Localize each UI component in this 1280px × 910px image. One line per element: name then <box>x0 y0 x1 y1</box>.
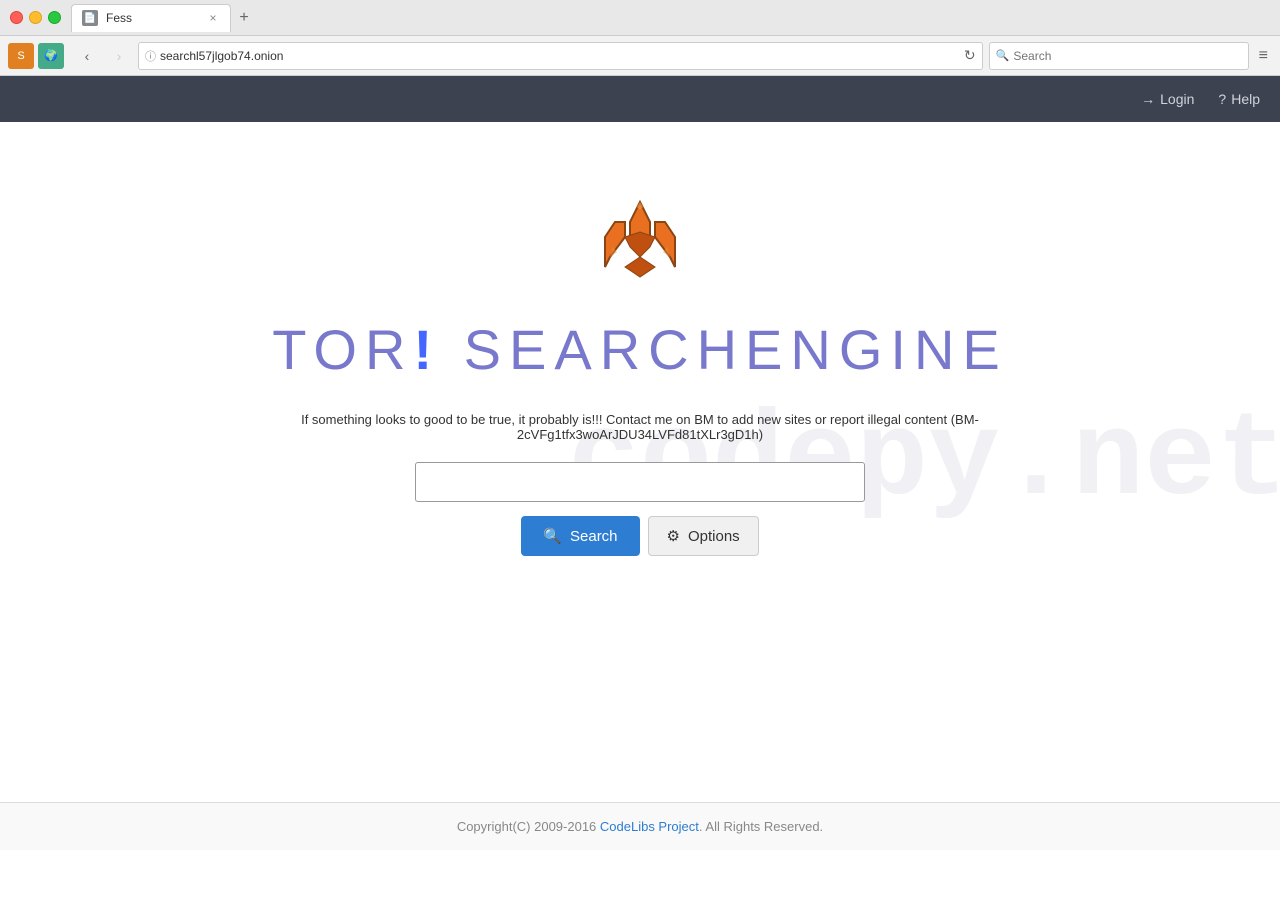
login-icon: → <box>1141 91 1155 107</box>
forward-button[interactable]: › <box>106 43 132 69</box>
tab-favicon: 📄 <box>82 10 98 26</box>
search-input[interactable] <box>415 462 865 502</box>
browser-search-input[interactable] <box>1013 49 1241 63</box>
browser-toolbar: S 🌍 ‹ › ⓘ ↻ 🔍 ≡ <box>0 36 1280 76</box>
title-exclamation: ! <box>413 318 440 381</box>
secure-icon: ⓘ <box>145 48 156 64</box>
back-button[interactable]: ‹ <box>74 43 100 69</box>
footer: Copyright(C) 2009-2016 CodeLibs Project.… <box>0 802 1280 850</box>
login-label: Login <box>1160 91 1194 107</box>
browser-tab[interactable]: 📄 Fess × <box>71 4 231 32</box>
reload-button[interactable]: ↻ <box>964 47 976 64</box>
search-button[interactable]: 🔍 Search <box>521 516 639 556</box>
options-button[interactable]: ⚙ Options <box>648 516 759 556</box>
address-bar[interactable]: ⓘ ↻ <box>138 42 983 70</box>
minimize-window-button[interactable] <box>29 11 42 24</box>
new-tab-button[interactable]: + <box>231 5 257 31</box>
options-icon: ⚙ <box>667 527 680 545</box>
help-icon: ? <box>1218 91 1226 107</box>
title-searchengine: SEARCHENGINE <box>464 318 1008 381</box>
browser-search-bar[interactable]: 🔍 <box>989 42 1249 70</box>
tab-title: Fess <box>106 11 198 25</box>
extension-icon-1[interactable]: S <box>8 43 34 69</box>
browser-titlebar: 📄 Fess × + <box>0 0 1280 36</box>
help-label: Help <box>1231 91 1260 107</box>
search-button-icon: 🔍 <box>543 527 562 545</box>
traffic-lights <box>10 11 61 24</box>
footer-text-after: . All Rights Reserved. <box>699 819 823 834</box>
site-title: TOR! SEARCHENGINE <box>272 317 1008 382</box>
browser-menu-button[interactable]: ≡ <box>1255 43 1272 69</box>
tab-bar: 📄 Fess × + <box>71 4 1270 32</box>
app-navbar: → Login ? Help <box>0 76 1280 122</box>
extension-icon-2[interactable]: 🌍 <box>38 43 64 69</box>
help-link[interactable]: ? Help <box>1218 91 1260 107</box>
close-window-button[interactable] <box>10 11 23 24</box>
options-button-label: Options <box>688 528 740 545</box>
disclaimer-text: If something looks to good to be true, i… <box>260 412 1020 442</box>
search-box: 🔍 Search ⚙ Options <box>415 462 865 556</box>
browser-search-icon: 🔍 <box>996 49 1010 62</box>
browser-extension-icons: S 🌍 <box>8 43 64 69</box>
title-tor: TOR <box>272 318 413 381</box>
login-link[interactable]: → Login <box>1141 91 1194 107</box>
main-content: codepy.net TOR! SEARCHENGINE If somethin… <box>0 122 1280 802</box>
search-button-label: Search <box>570 528 618 545</box>
footer-text-before: Copyright(C) 2009-2016 <box>457 819 600 834</box>
tab-close-button[interactable]: × <box>206 11 220 25</box>
footer-link[interactable]: CodeLibs Project <box>600 819 699 834</box>
search-buttons: 🔍 Search ⚙ Options <box>521 516 758 556</box>
maximize-window-button[interactable] <box>48 11 61 24</box>
url-input[interactable] <box>160 49 960 63</box>
site-logo <box>585 182 695 297</box>
